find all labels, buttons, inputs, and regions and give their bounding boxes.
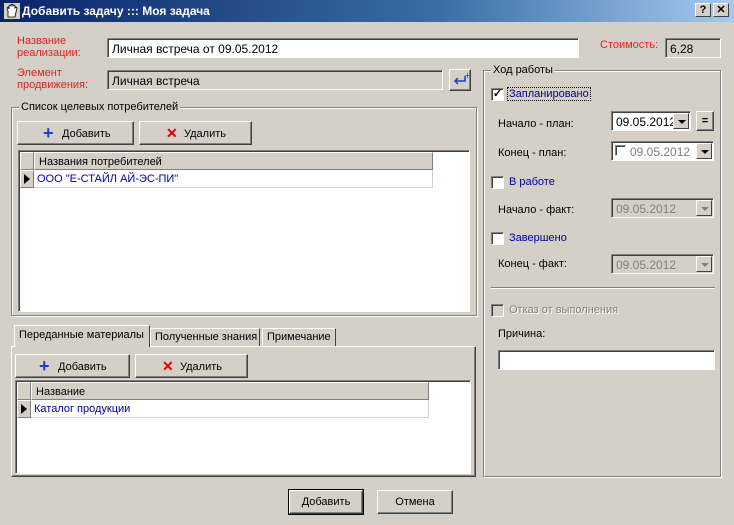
row-indicator bbox=[17, 400, 31, 418]
done-checkbox[interactable] bbox=[491, 232, 504, 245]
row-indicator bbox=[20, 170, 34, 188]
grid-corner bbox=[20, 152, 34, 170]
planned-label[interactable]: Запланировано bbox=[507, 87, 591, 101]
promo-field: Личная встреча bbox=[107, 70, 443, 90]
delete-x-icon: ✕ bbox=[166, 125, 178, 141]
plus-icon: + bbox=[39, 356, 50, 376]
equal-button[interactable]: = bbox=[696, 111, 714, 131]
refusal-checkbox bbox=[491, 304, 504, 317]
table-row[interactable]: Каталог продукции bbox=[31, 400, 429, 418]
refusal-label: Отказ от выполнения bbox=[509, 304, 619, 316]
table-row[interactable]: ООО "Е-СТАЙЛ АЙ-ЭС-ПИ" bbox=[34, 170, 433, 188]
in-work-label[interactable]: В работе bbox=[509, 176, 555, 188]
start-fact-date: 09.05.2012 bbox=[611, 198, 714, 218]
tab-transferred-materials[interactable]: Переданные материалы bbox=[14, 325, 150, 347]
end-fact-date: 09.05.2012 bbox=[611, 254, 714, 274]
chevron-down-icon[interactable] bbox=[673, 113, 689, 129]
cost-field: 6,28 bbox=[665, 38, 721, 58]
help-button[interactable]: ? bbox=[695, 3, 711, 17]
close-button[interactable]: ✕ bbox=[713, 3, 729, 17]
end-plan-date[interactable]: 09.05.2012 bbox=[611, 141, 714, 161]
window-title: Добавить задачу ::: Моя задача bbox=[22, 4, 210, 18]
grid-corner bbox=[17, 382, 31, 400]
planned-checkbox[interactable]: ✓ bbox=[491, 88, 504, 101]
end-fact-label: Конец - факт: bbox=[498, 258, 567, 270]
row-pointer-icon bbox=[24, 174, 30, 184]
consumers-group-title: Список целевых потребителей bbox=[19, 101, 181, 113]
done-label[interactable]: Завершено bbox=[509, 232, 567, 244]
reason-input[interactable] bbox=[498, 350, 715, 370]
impl-name-label: Название реализации: bbox=[17, 35, 81, 59]
materials-add-button[interactable]: + Добавить bbox=[15, 354, 130, 378]
consumers-add-button[interactable]: + Добавить bbox=[17, 121, 134, 145]
chevron-down-icon bbox=[696, 256, 712, 272]
separator bbox=[491, 287, 715, 289]
row-pointer-icon bbox=[21, 404, 27, 414]
chevron-down-icon bbox=[696, 200, 712, 216]
consumers-column-header[interactable]: Названия потребителей bbox=[34, 152, 433, 170]
in-work-checkbox[interactable] bbox=[491, 176, 504, 189]
impl-name-input[interactable]: Личная встреча от 09.05.2012 bbox=[107, 38, 579, 58]
cost-label: Стоимость: bbox=[600, 39, 659, 51]
chevron-down-icon[interactable] bbox=[696, 143, 712, 159]
tab-acquired-knowledge[interactable]: Полученные знания bbox=[150, 328, 260, 347]
arrow-enter-icon: + bbox=[453, 71, 470, 85]
promo-select-button[interactable]: + bbox=[449, 69, 471, 91]
consumers-grid[interactable]: Названия потребителей ООО "Е-СТАЙЛ АЙ-ЭС… bbox=[18, 150, 470, 312]
start-plan-label: Начало - план: bbox=[498, 118, 574, 130]
materials-column-header[interactable]: Название bbox=[31, 382, 429, 400]
cancel-button[interactable]: Отмена bbox=[377, 490, 453, 514]
promo-label: Элемент продвижения: bbox=[17, 67, 89, 91]
consumers-delete-button[interactable]: ✕ Удалить bbox=[139, 121, 252, 145]
end-plan-enable-checkbox[interactable] bbox=[615, 145, 626, 156]
start-plan-date[interactable]: 09.05.2012 bbox=[611, 111, 691, 131]
svg-text:+: + bbox=[464, 71, 470, 80]
start-fact-label: Начало - факт: bbox=[498, 204, 575, 216]
delete-x-icon: ✕ bbox=[162, 358, 174, 374]
reason-label: Причина: bbox=[498, 328, 546, 340]
add-button[interactable]: Добавить bbox=[288, 489, 364, 515]
plus-icon: + bbox=[43, 123, 54, 143]
materials-delete-button[interactable]: ✕ Удалить bbox=[135, 354, 248, 378]
end-plan-label: Конец - план: bbox=[498, 147, 567, 159]
title-bar[interactable]: Добавить задачу ::: Моя задача ? ✕ bbox=[0, 0, 734, 22]
progress-group-title: Ход работы bbox=[491, 64, 555, 76]
hand-icon bbox=[4, 3, 20, 19]
materials-grid[interactable]: Название Каталог продукции bbox=[15, 380, 471, 474]
tab-note[interactable]: Примечание bbox=[262, 328, 336, 347]
